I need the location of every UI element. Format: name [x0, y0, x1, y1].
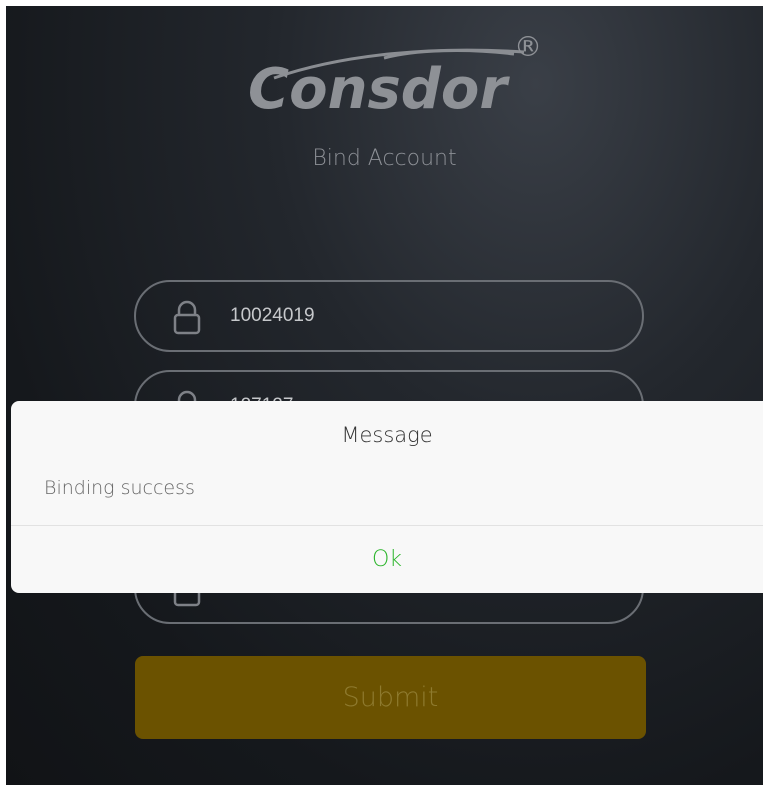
- dialog-message: Binding success: [44, 477, 195, 499]
- ok-button[interactable]: Ok: [11, 526, 763, 593]
- dialog-title: Message: [341, 423, 433, 447]
- submit-button[interactable]: Submit: [135, 656, 646, 739]
- message-dialog: Message Binding success Ok: [11, 401, 763, 593]
- registered-mark: ®: [514, 30, 542, 63]
- app-screen: Consdor ® Bind Account 10024019 127127 S…: [6, 6, 763, 785]
- account-field[interactable]: 10024019: [134, 280, 644, 352]
- account-value: 10024019: [230, 305, 315, 326]
- consdor-logo: Consdor ®: [248, 30, 542, 116]
- logo-wordmark: Consdor: [248, 57, 510, 116]
- page-title: Bind Account: [312, 146, 457, 171]
- lock-icon: [173, 300, 201, 335]
